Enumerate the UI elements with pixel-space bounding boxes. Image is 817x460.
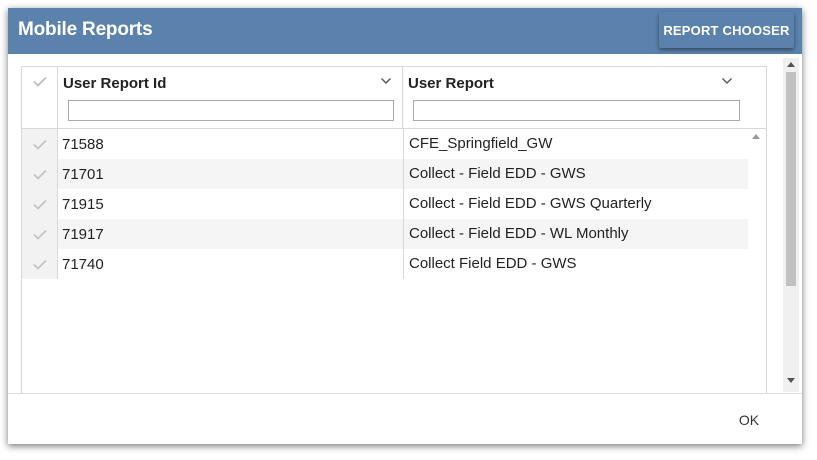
table-row[interactable]: 71740 Collect Field EDD - GWS bbox=[22, 249, 748, 279]
checkmark-icon bbox=[33, 139, 47, 150]
user-report-cell: Collect Field EDD - GWS bbox=[403, 249, 577, 279]
chevron-down-icon[interactable] bbox=[380, 77, 392, 85]
chevron-down-icon[interactable] bbox=[721, 77, 733, 85]
user-report-cell: Collect - Field EDD - GWS Quarterly bbox=[403, 189, 652, 219]
select-all-header[interactable] bbox=[22, 67, 58, 129]
user-report-id-cell: 71701 bbox=[62, 166, 104, 183]
checkmark-icon bbox=[33, 169, 47, 180]
column-header-user-report-id[interactable]: User Report Id bbox=[58, 67, 403, 129]
column-header-label: User Report bbox=[408, 75, 494, 92]
dialog-titlebar: Mobile Reports REPORT CHOOSER bbox=[8, 8, 802, 54]
mobile-reports-dialog: Mobile Reports REPORT CHOOSER User Repor… bbox=[8, 8, 802, 444]
user-report-cell: Collect - Field EDD - WL Monthly bbox=[403, 219, 629, 249]
column-header-user-report[interactable]: User Report bbox=[403, 67, 766, 129]
user-report-cell: Collect - Field EDD - GWS bbox=[403, 159, 586, 189]
reports-grid: User Report Id User Report 71588 CFE_Spr… bbox=[21, 66, 767, 397]
user-report-id-cell: 71915 bbox=[62, 196, 104, 213]
row-select-cell[interactable] bbox=[22, 249, 58, 279]
user-report-filter-input[interactable] bbox=[413, 100, 740, 121]
table-row[interactable]: 71915 Collect - Field EDD - GWS Quarterl… bbox=[22, 189, 748, 219]
dialog-title: Mobile Reports bbox=[18, 19, 153, 40]
table-row[interactable]: 71701 Collect - Field EDD - GWS bbox=[22, 159, 748, 189]
select-all-checkmark-icon bbox=[33, 76, 47, 87]
table-row[interactable]: 71588 CFE_Springfield_GW bbox=[22, 129, 748, 159]
report-chooser-button[interactable]: REPORT CHOOSER bbox=[659, 12, 794, 48]
table-row[interactable]: 71917 Collect - Field EDD - WL Monthly bbox=[22, 219, 748, 249]
checkmark-icon bbox=[33, 259, 47, 270]
dialog-footer: OK bbox=[8, 393, 802, 444]
column-header-label: User Report Id bbox=[63, 75, 167, 92]
user-report-id-cell: 71588 bbox=[62, 136, 104, 153]
user-report-id-cell: 71917 bbox=[62, 226, 104, 243]
scrollbar-thumb[interactable] bbox=[786, 72, 796, 286]
checkmark-icon bbox=[33, 199, 47, 210]
grid-rows: 71588 CFE_Springfield_GW 71701 Collect -… bbox=[22, 129, 748, 279]
row-select-cell[interactable] bbox=[22, 219, 58, 249]
user-report-id-cell: 71740 bbox=[62, 256, 104, 273]
ok-button[interactable]: OK bbox=[726, 406, 772, 434]
row-select-cell[interactable] bbox=[22, 159, 58, 189]
user-report-cell: CFE_Springfield_GW bbox=[403, 129, 552, 159]
user-report-id-filter-input[interactable] bbox=[68, 100, 394, 121]
dialog-scrollbar[interactable] bbox=[783, 58, 799, 392]
scroll-up-arrow-icon[interactable] bbox=[787, 62, 795, 67]
scroll-down-arrow-icon[interactable] bbox=[787, 378, 795, 383]
grid-scroll-up-icon[interactable] bbox=[752, 134, 760, 139]
row-select-cell[interactable] bbox=[22, 189, 58, 219]
checkmark-icon bbox=[33, 229, 47, 240]
row-select-cell[interactable] bbox=[22, 129, 58, 159]
